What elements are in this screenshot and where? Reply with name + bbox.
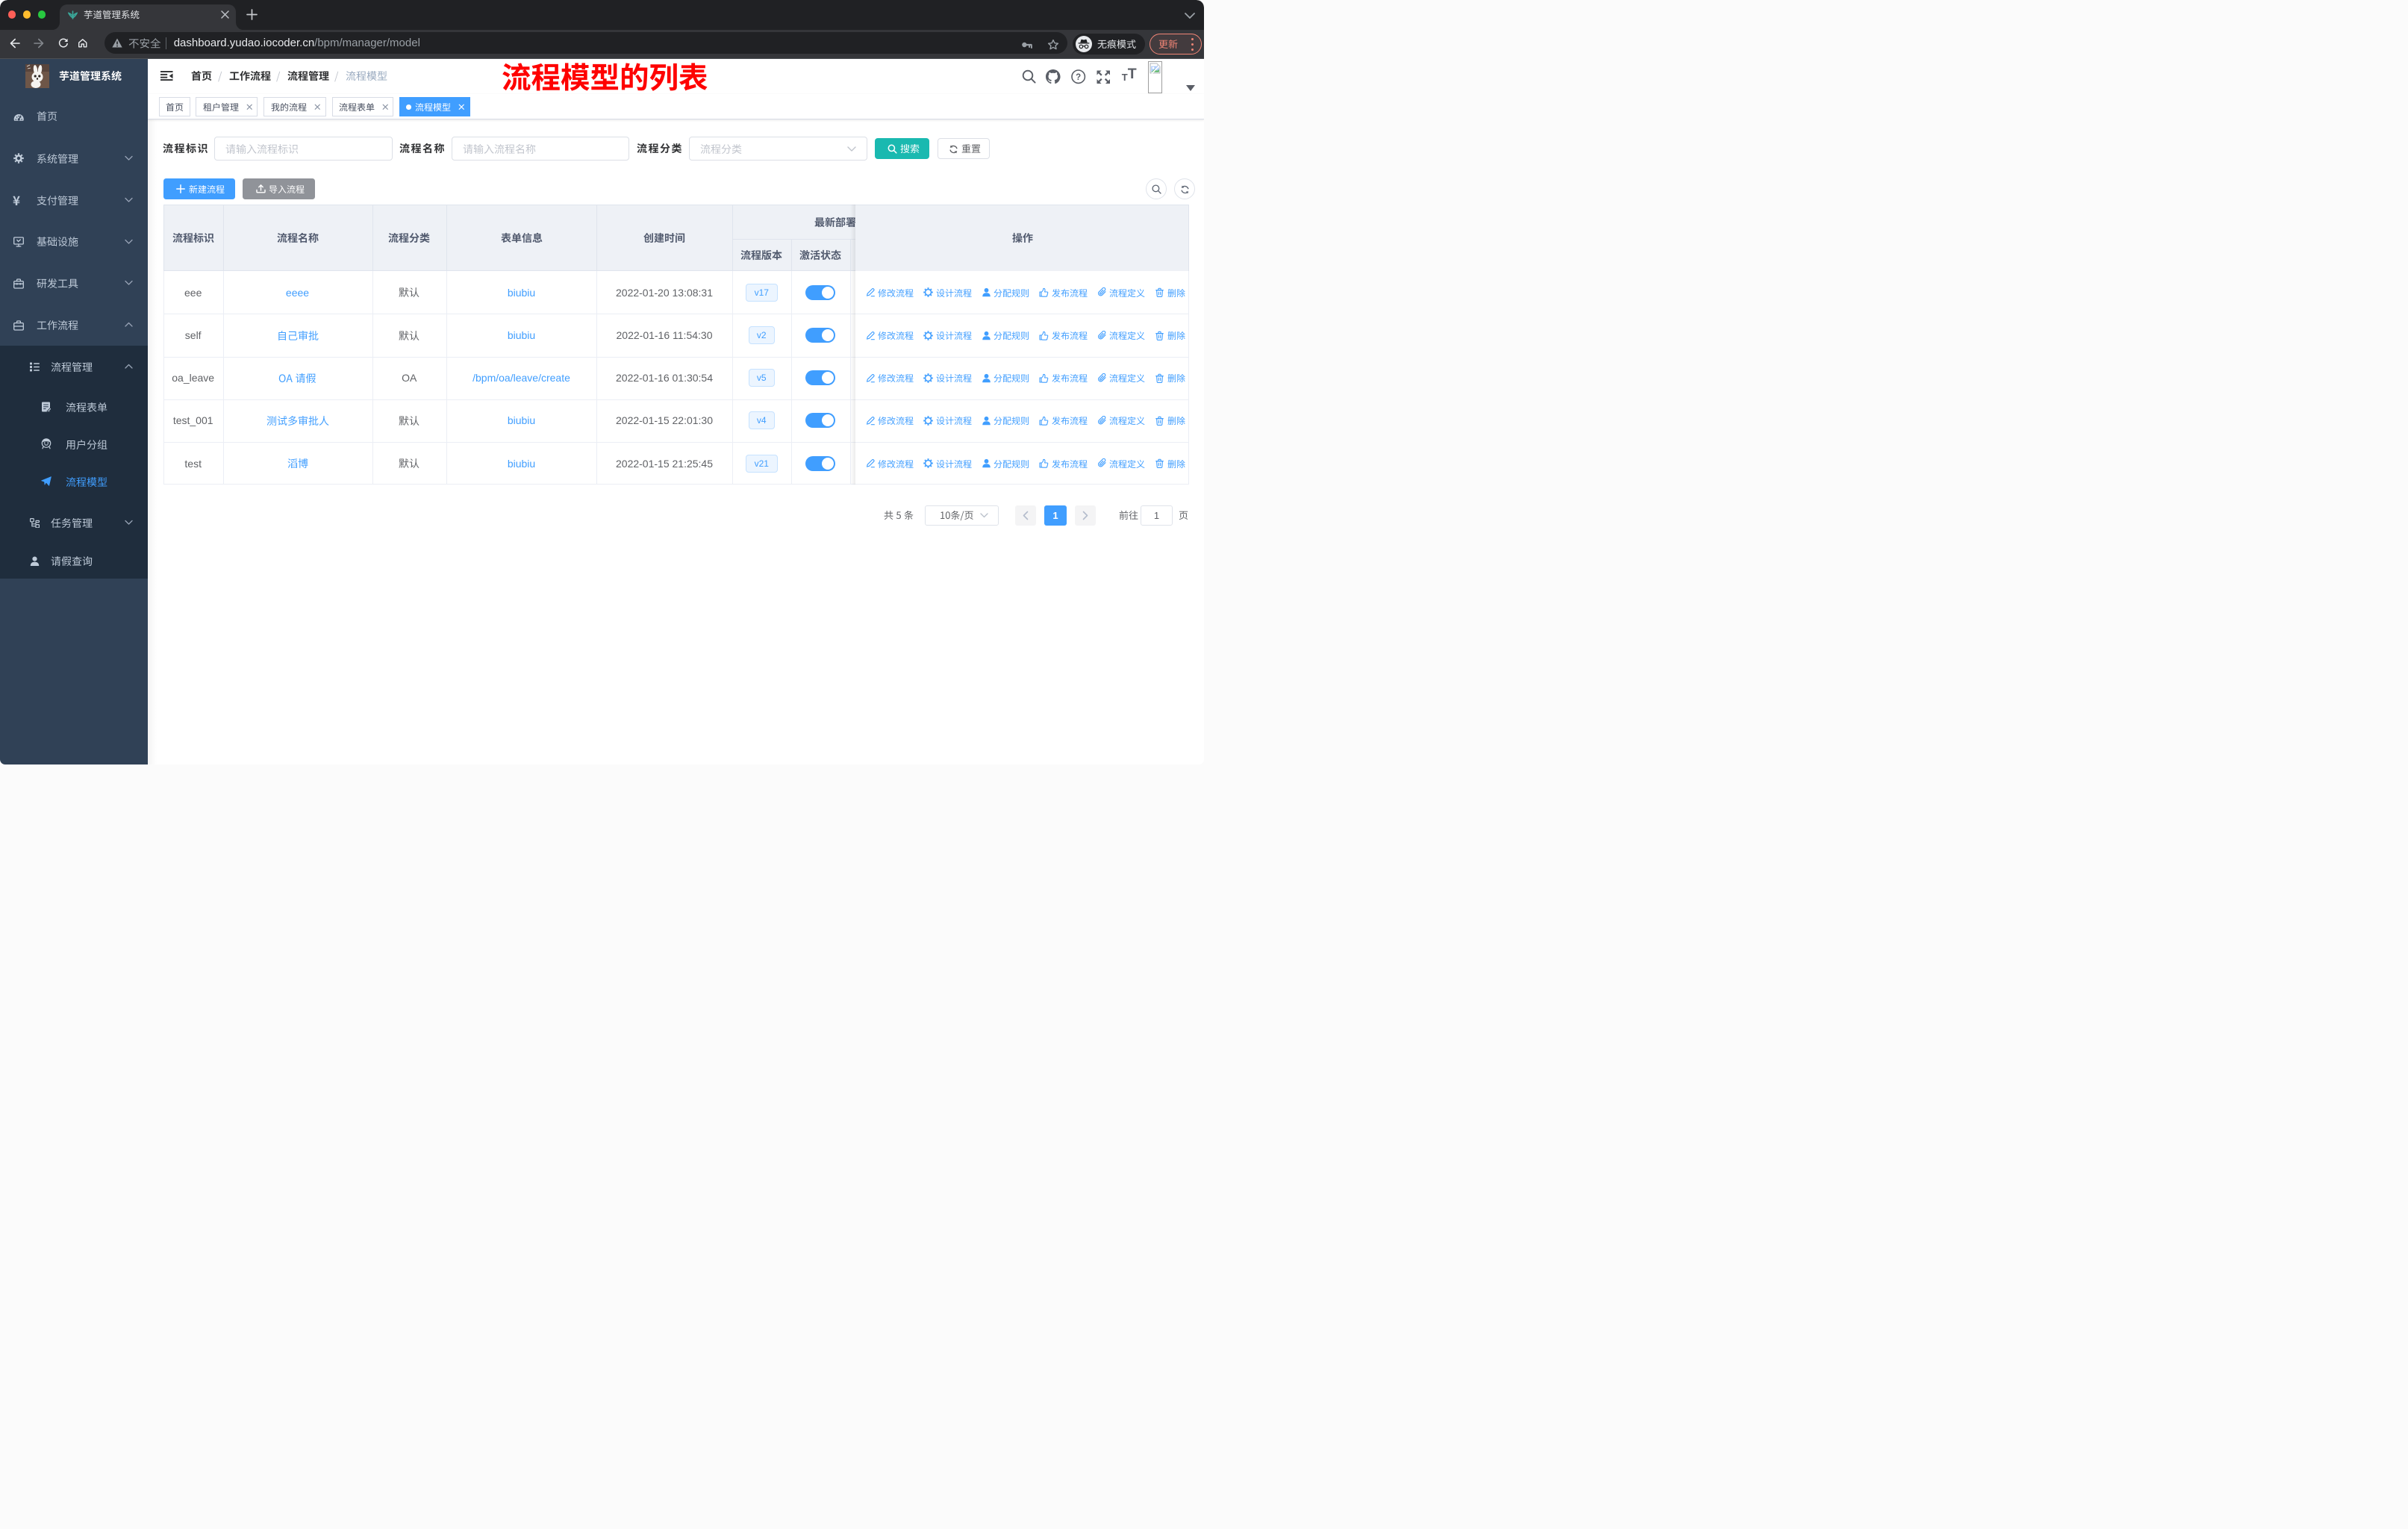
svg-text:?: ?: [1076, 73, 1081, 82]
